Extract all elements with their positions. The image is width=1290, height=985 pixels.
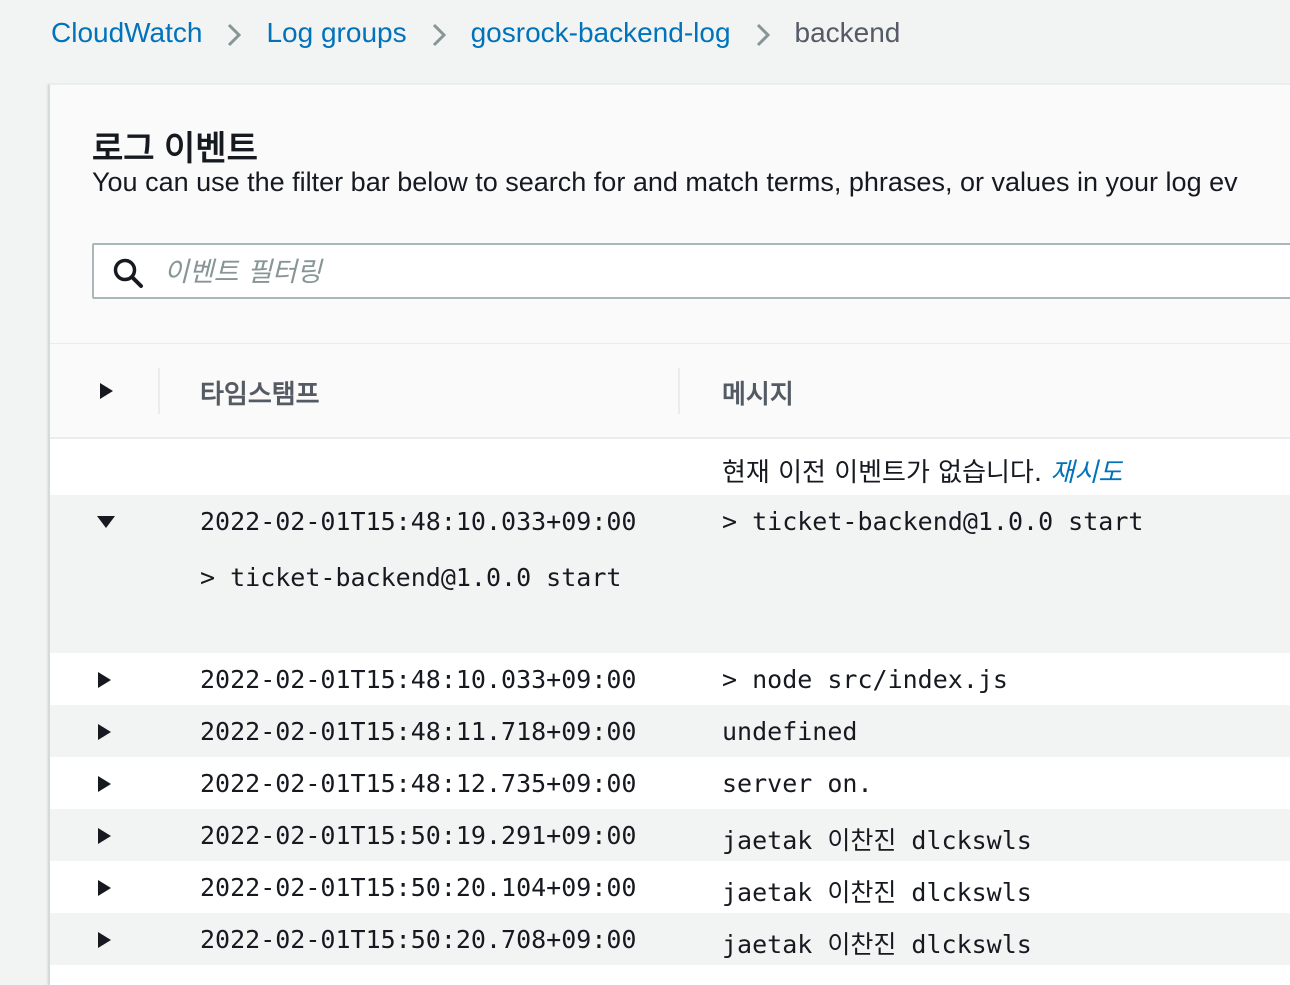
filter-events-input[interactable] — [162, 251, 1266, 293]
event-timestamp: 2022-02-01T15:50:20.708+09:00 — [200, 925, 637, 954]
search-icon — [112, 257, 144, 289]
breadcrumb-current: backend — [794, 17, 901, 48]
chevron-right-icon — [214, 17, 254, 48]
no-events-text: 현재 이전 이벤트가 없습니다. — [722, 458, 1043, 488]
column-divider[interactable] — [158, 368, 160, 414]
event-message: > ticket-backend@1.0.0 start — [722, 507, 1144, 536]
chevron-right-icon — [743, 17, 783, 48]
log-events-list: 2022-02-01T15:48:10.033+09:00 > ticket-b… — [50, 495, 1290, 965]
event-timestamp: 2022-02-01T15:48:10.033+09:00 — [200, 507, 637, 536]
column-header-timestamp[interactable]: 타임스탬프 — [200, 374, 320, 411]
event-timestamp: 2022-02-01T15:50:20.104+09:00 — [200, 873, 637, 902]
table-row[interactable]: 2022-02-01T15:48:10.033+09:00 > ticket-b… — [50, 495, 1290, 653]
panel-header: 로그 이벤트 You can use the filter bar below … — [50, 85, 1290, 344]
column-divider[interactable] — [678, 368, 680, 414]
expand-all-caret-right-icon[interactable] — [98, 382, 114, 405]
event-timestamp: 2022-02-01T15:50:19.291+09:00 — [200, 821, 637, 850]
no-older-events-notice: 현재 이전 이벤트가 없습니다. 재시도 — [722, 452, 1122, 489]
event-timestamp: 2022-02-01T15:48:12.735+09:00 — [200, 769, 637, 798]
chevron-right-icon — [419, 17, 459, 48]
column-header-message[interactable]: 메시지 — [722, 374, 794, 411]
event-message: jaetak 이찬진 dlckswls — [722, 826, 1032, 855]
filter-box[interactable] — [92, 243, 1290, 299]
caret-right-icon[interactable] — [96, 667, 116, 688]
breadcrumb-log-group[interactable]: gosrock-backend-log — [471, 17, 731, 49]
caret-right-icon[interactable] — [96, 719, 116, 740]
caret-right-icon[interactable] — [96, 823, 116, 844]
table-row[interactable]: 2022-02-01T15:48:12.735+09:00 server on. — [50, 757, 1290, 809]
event-detail: > ticket-backend@1.0.0 start — [200, 563, 622, 592]
table-row[interactable]: 2022-02-01T15:50:20.104+09:00 jaetak 이찬진… — [50, 861, 1290, 913]
event-message: jaetak 이찬진 dlckswls — [722, 930, 1032, 959]
event-timestamp: 2022-02-01T15:48:11.718+09:00 — [200, 717, 637, 746]
breadcrumb-log-groups[interactable]: Log groups — [266, 17, 406, 49]
caret-right-icon[interactable] — [96, 771, 116, 792]
page-title: 로그 이벤트 — [92, 130, 258, 168]
caret-right-icon[interactable] — [96, 875, 116, 896]
table-header: 타임스탬프 메시지 — [50, 344, 1290, 439]
event-timestamp: 2022-02-01T15:48:10.033+09:00 — [200, 665, 637, 694]
caret-right-icon[interactable] — [96, 927, 116, 948]
caret-down-icon[interactable] — [96, 509, 116, 529]
page-description: You can use the filter bar below to sear… — [92, 167, 1238, 197]
event-message: > node src/index.js — [722, 665, 1008, 694]
event-message: undefined — [722, 717, 858, 746]
log-events-panel: 로그 이벤트 You can use the filter bar below … — [48, 84, 1290, 985]
event-message: jaetak 이찬진 dlckswls — [722, 878, 1032, 907]
table-row[interactable]: 2022-02-01T15:50:20.708+09:00 jaetak 이찬진… — [50, 913, 1290, 965]
breadcrumb: CloudWatch Log groups gosrock-backend-lo… — [51, 14, 900, 52]
retry-link[interactable]: 재시도 — [1050, 458, 1122, 488]
table-row[interactable]: 2022-02-01T15:48:10.033+09:00 > node src… — [50, 653, 1290, 705]
breadcrumb-cloudwatch[interactable]: CloudWatch — [51, 17, 202, 49]
table-row[interactable]: 2022-02-01T15:48:11.718+09:00 undefined — [50, 705, 1290, 757]
event-message: server on. — [722, 769, 873, 798]
table-row[interactable]: 2022-02-01T15:50:19.291+09:00 jaetak 이찬진… — [50, 809, 1290, 861]
